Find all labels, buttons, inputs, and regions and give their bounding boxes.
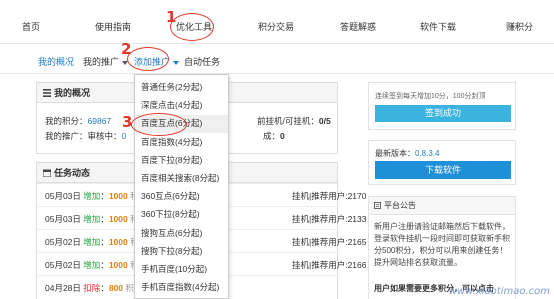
document-icon bbox=[374, 202, 381, 209]
task-date: 04月28日 bbox=[45, 283, 81, 293]
signin-button[interactable]: 签到成功 bbox=[375, 105, 511, 122]
notice-body: 新用户注册请验证邮箱然后下载软件，登录软件挂机一段时间即可获取新手积分500积分… bbox=[374, 222, 510, 267]
dropdown-item[interactable]: 手机百度指数(4分起) bbox=[135, 279, 228, 296]
task-amount: 1000 bbox=[108, 214, 128, 224]
task-row-text: 04月28日 扣除：800 积分 bbox=[45, 282, 142, 294]
tab-auto-task[interactable]: 自动任务 bbox=[184, 55, 220, 68]
points-row: 我的积分：69867 bbox=[45, 115, 111, 127]
sub-navigation: 我的概况 我的推广 添加推广 自动任务 bbox=[0, 44, 554, 74]
done-label: 成： bbox=[263, 131, 281, 141]
points-value[interactable]: 69867 bbox=[88, 116, 112, 126]
done-value: 0 bbox=[280, 131, 285, 141]
dropdown-item[interactable]: 搜狗互点(6分起) bbox=[135, 225, 228, 242]
dropdown-item[interactable]: 360互点(6分起) bbox=[135, 188, 228, 205]
hang-value: 0/5 bbox=[318, 116, 331, 126]
task-date: 05月02日 bbox=[45, 260, 81, 270]
task-type: 增加 bbox=[83, 191, 101, 201]
nav-guide[interactable]: 使用指南 bbox=[95, 20, 131, 33]
done-row: 成：0 bbox=[263, 130, 285, 142]
nav-earn-points[interactable]: 赚积分 bbox=[506, 20, 533, 33]
task-row-text: 05月03日 增加：1000 积分 bbox=[45, 213, 147, 225]
task-type: 增加 bbox=[83, 214, 101, 224]
annotation-circle-optimize bbox=[170, 13, 214, 41]
chevron-down-icon bbox=[173, 60, 180, 65]
version-panel: 最新版本：0.8.3.4 下载软件 bbox=[368, 140, 516, 185]
promo-label: 我的推广：审核中： bbox=[45, 131, 122, 141]
task-date: 05月02日 bbox=[45, 237, 81, 247]
task-detail: 挂机|推荐用户:2165 bbox=[292, 237, 367, 247]
task-date: 05月03日 bbox=[45, 214, 81, 224]
annotation-circle-baidu-click bbox=[131, 113, 187, 136]
dropdown-item[interactable]: 搜狗下拉(8分起) bbox=[135, 243, 228, 260]
task-row-text: 05月03日 增加：1000 积分 bbox=[45, 190, 147, 202]
version-row: 最新版本：0.8.3.4 bbox=[375, 148, 439, 159]
promo-value[interactable]: 0 bbox=[122, 131, 127, 141]
add-promo-dropdown: 普通任务(2分起) 深度点击(4分起) 百度互点(6分起) 百度指数(4分起) 百度下拉… bbox=[134, 74, 229, 299]
dropdown-item[interactable]: 深度点击(4分起) bbox=[135, 97, 228, 114]
task-detail: 挂机|推荐用户:2133 bbox=[292, 214, 367, 224]
version-number: 0.8.3.4 bbox=[415, 149, 440, 158]
dropdown-item[interactable]: 百度相关搜索(8分起) bbox=[135, 170, 228, 187]
watermark: www.xiaotimao.com bbox=[448, 286, 550, 297]
points-label: 我的积分： bbox=[45, 116, 88, 126]
calendar-icon bbox=[43, 169, 51, 177]
task-amount: 1000 bbox=[108, 191, 128, 201]
notice-panel: 平台公告 新用户注册请验证邮箱然后下载软件，登录软件挂机一段时间即可获取新手积分… bbox=[368, 196, 516, 299]
dropdown-item[interactable]: 手机百度(10分起) bbox=[135, 261, 228, 278]
nav-home[interactable]: 首页 bbox=[22, 20, 40, 33]
task-type: 增加 bbox=[83, 237, 101, 247]
task-amount: 800 bbox=[108, 283, 124, 293]
signin-panel: 连续签到每天增加10分，100分封顶 签到成功 bbox=[368, 82, 516, 130]
tab-my-overview[interactable]: 我的概况 bbox=[38, 55, 74, 68]
nav-software-download[interactable]: 软件下载 bbox=[420, 20, 456, 33]
download-software-button[interactable]: 下载软件 bbox=[375, 161, 511, 179]
dropdown-item[interactable]: 普通任务(2分起) bbox=[135, 79, 228, 96]
dropdown-item[interactable]: 百度指数(4分起) bbox=[135, 134, 228, 151]
task-amount: 1000 bbox=[108, 260, 128, 270]
hang-label: 前挂机/可挂机： bbox=[257, 116, 319, 126]
list-icon bbox=[43, 89, 51, 97]
task-amount: 1000 bbox=[108, 237, 128, 247]
version-label: 最新版本： bbox=[375, 149, 415, 158]
task-date: 05月03日 bbox=[45, 191, 81, 201]
notice-header: 平台公告 bbox=[369, 197, 515, 215]
task-row-text: 05月02日 增加：1000 积分 bbox=[45, 259, 147, 271]
annotation-circle-add-promo bbox=[127, 47, 169, 71]
hang-row: 前挂机/可挂机：0/5 bbox=[257, 115, 331, 127]
top-navigation: 首页 使用指南 优化工具 积分交易 答题解惑 软件下载 赚积分 bbox=[0, 0, 554, 44]
promo-row: 我的推广：审核中：0 bbox=[45, 130, 126, 142]
signin-text: 连续签到每天增加10分，100分封顶 bbox=[375, 93, 486, 100]
task-row-text: 05月02日 增加：1000 积分 bbox=[45, 236, 147, 248]
task-type: 增加 bbox=[83, 260, 101, 270]
task-detail: 挂机|推荐用户:2170 bbox=[292, 191, 367, 201]
overview-title: 我的概况 bbox=[54, 88, 91, 98]
nav-qa[interactable]: 答题解惑 bbox=[340, 20, 376, 33]
dropdown-item[interactable]: 百度下拉(8分起) bbox=[135, 152, 228, 169]
task-type: 扣除 bbox=[83, 283, 101, 293]
tab-my-promo-label: 我的推广 bbox=[83, 57, 120, 67]
nav-points-trade[interactable]: 积分交易 bbox=[258, 20, 294, 33]
notice-title: 平台公告 bbox=[384, 201, 416, 210]
dropdown-item[interactable]: 360下拉(8分起) bbox=[135, 206, 228, 223]
task-detail: 挂机|推荐用户:2166 bbox=[292, 260, 367, 270]
task-title: 任务动态 bbox=[54, 168, 91, 178]
